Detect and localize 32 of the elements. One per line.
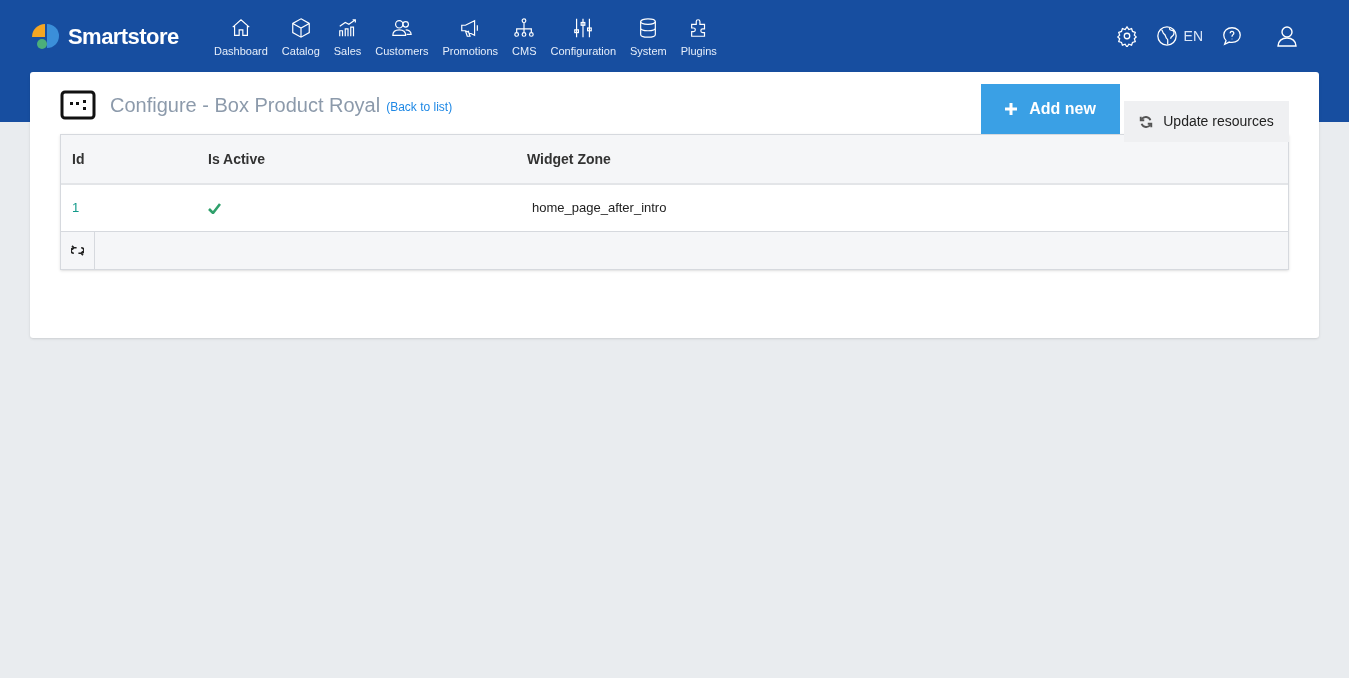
column-header[interactable]: Widget Zone — [527, 150, 611, 167]
nav-item[interactable]: Configuration — [550, 16, 616, 60]
plus-icon — [1005, 103, 1018, 115]
sliders-icon — [572, 16, 595, 39]
column-header[interactable]: Id — [72, 150, 85, 167]
settings-icon[interactable] — [1115, 25, 1138, 47]
refresh-icon — [1139, 114, 1154, 129]
column-header[interactable]: Is Active — [208, 150, 266, 167]
sitemap-icon — [513, 16, 536, 39]
brand-name[interactable]: Smartstore — [68, 19, 179, 53]
back-to-list-link[interactable]: (Back to list) — [386, 98, 453, 116]
nav-item[interactable]: Sales — [333, 16, 362, 60]
refresh-icon — [71, 245, 84, 256]
logo-icon — [30, 21, 62, 51]
globe-icon[interactable] — [1155, 25, 1178, 47]
nav-item[interactable]: Customers — [375, 16, 429, 60]
nav-item[interactable]: CMS — [512, 16, 537, 60]
table-cell: home_page_after_intro — [532, 200, 667, 216]
house-icon — [229, 16, 252, 39]
user-icon[interactable] — [1275, 24, 1299, 48]
nav-item[interactable]: Plugins — [680, 16, 717, 60]
update-resources-button[interactable]: Update resources — [1124, 101, 1289, 142]
bar-chart-icon — [336, 16, 359, 39]
page-title: Configure - Box Product Royal — [110, 93, 381, 118]
nav-item[interactable]: Dashboard — [214, 16, 268, 60]
cube-icon — [289, 16, 312, 39]
nav-item[interactable]: System — [630, 16, 667, 60]
nav-item[interactable]: Promotions — [442, 16, 499, 60]
language-label[interactable]: EN — [1183, 25, 1203, 47]
widget-icon — [60, 90, 96, 120]
help-icon[interactable] — [1221, 25, 1243, 47]
nav-item[interactable]: Catalog — [281, 16, 320, 60]
